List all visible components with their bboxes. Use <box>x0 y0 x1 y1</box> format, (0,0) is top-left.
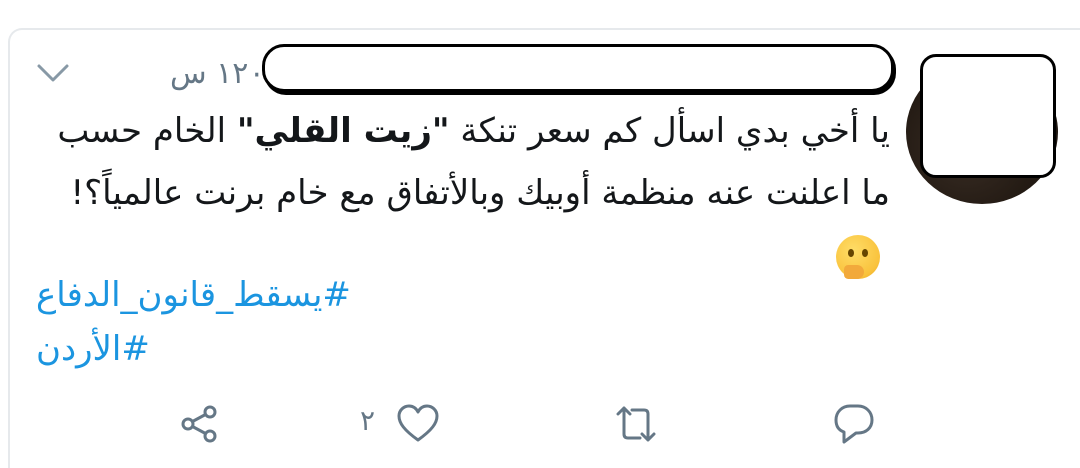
reply-button[interactable] <box>832 402 876 446</box>
tweet-timestamp[interactable]: ١٢ س <box>170 56 248 91</box>
retweet-icon <box>616 406 656 442</box>
like-count: ٢ <box>360 404 376 437</box>
tweet-text-bold: "زيت القلي" <box>236 111 450 151</box>
hashtag-link[interactable]: #يسقط_قانون_الدفاع <box>36 268 351 322</box>
share-icon <box>181 405 217 443</box>
hashtag-link[interactable]: #الأردن <box>36 322 351 376</box>
username-redaction <box>262 44 894 92</box>
tweet-text: يا أخي بدي اسأل كم سعر تنكة "زيت القلي" … <box>30 100 890 286</box>
chevron-down-icon[interactable] <box>36 62 70 84</box>
retweet-button[interactable] <box>614 402 658 446</box>
share-button[interactable] <box>178 402 222 446</box>
tweet-text-part1: يا أخي بدي اسأل كم سعر تنكة <box>449 111 890 151</box>
heart-icon <box>397 404 439 442</box>
avatar-redaction <box>920 54 1056 178</box>
thinking-face-icon <box>836 234 880 279</box>
reply-icon <box>834 404 874 444</box>
like-button[interactable] <box>396 402 440 446</box>
timestamp-separator: · <box>252 58 262 93</box>
hashtags: #يسقط_قانون_الدفاع #الأردن <box>36 268 351 376</box>
